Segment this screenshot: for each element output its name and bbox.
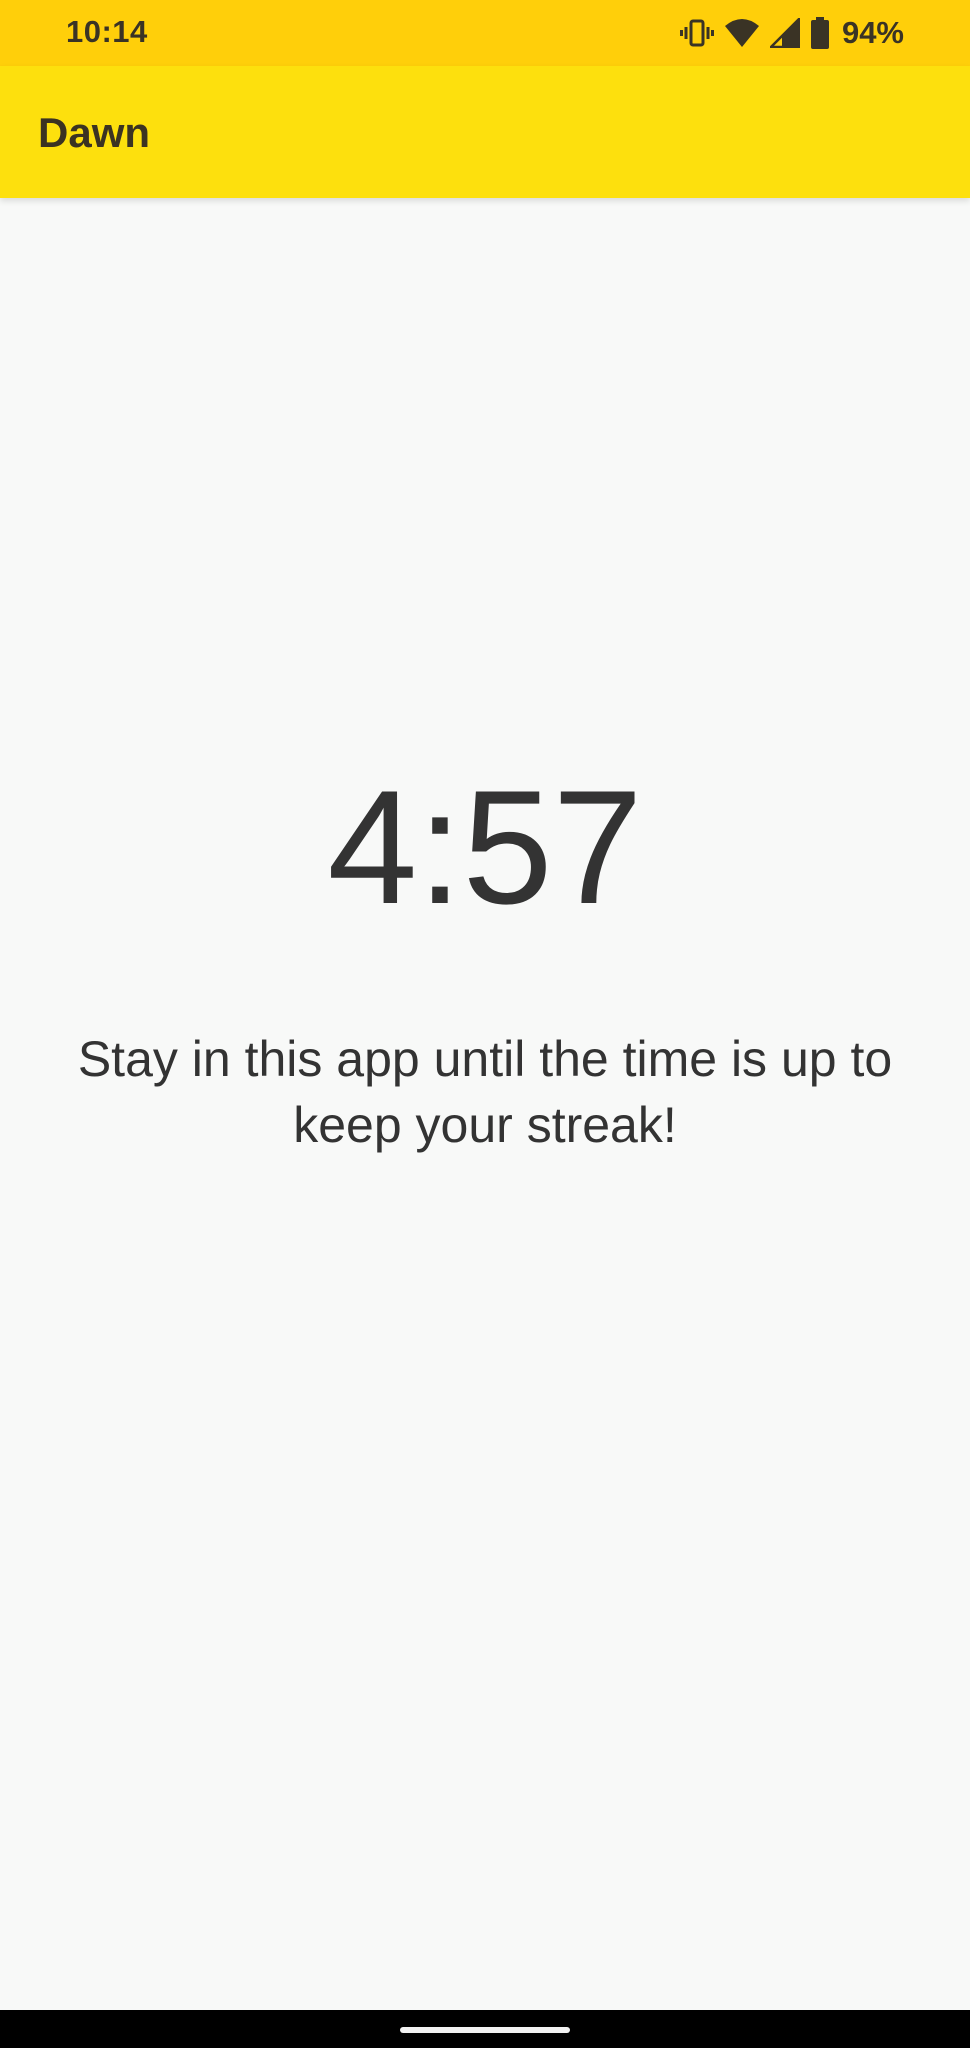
signal-icon — [769, 18, 800, 48]
streak-message: Stay in this app until the time is up to… — [77, 1031, 893, 1153]
home-gesture-handle[interactable] — [400, 2027, 570, 2033]
status-icons: 94% — [679, 13, 904, 53]
battery-icon — [810, 17, 830, 49]
main-content: 4:57 Stay in this app until the time is … — [0, 198, 970, 2010]
status-bar: 10:14 94% — [0, 0, 970, 66]
countdown-timer: 4:57 — [327, 757, 643, 938]
wifi-icon — [724, 18, 760, 48]
status-time: 10:14 — [66, 14, 148, 49]
app-title: Dawn — [38, 109, 151, 156]
app-bar: Dawn — [0, 66, 970, 198]
vibrate-icon — [679, 17, 714, 49]
navigation-bar — [0, 2010, 970, 2048]
battery-percent: 94% — [841, 15, 904, 50]
